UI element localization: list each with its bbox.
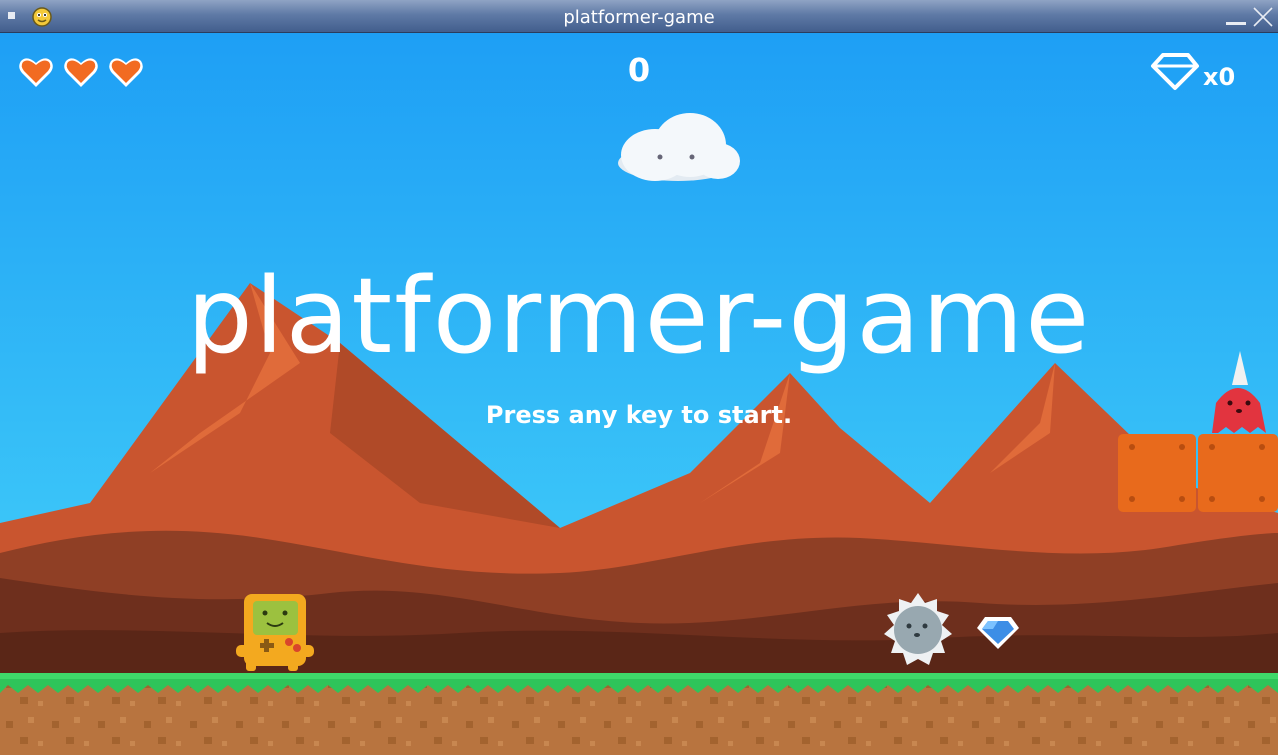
game-window: platformer-game 0 x0 platformer-game Pre…	[0, 0, 1278, 755]
close-icon[interactable]	[1252, 6, 1274, 28]
gem-counter: x0	[1203, 63, 1236, 91]
window-title: platformer-game	[563, 7, 715, 28]
window-titlebar[interactable]: platformer-game	[0, 0, 1278, 33]
game-title: platformer-game	[186, 255, 1092, 377]
game-scene	[0, 33, 1278, 755]
ground	[0, 673, 1278, 755]
game-canvas[interactable]: 0 x0 platformer-game Press any key to st…	[0, 33, 1278, 755]
orange-platform	[1118, 434, 1278, 512]
score-counter: 0	[627, 51, 651, 89]
minimize-button[interactable]	[1226, 22, 1246, 25]
player-character	[236, 594, 314, 671]
start-prompt: Press any key to start.	[485, 401, 793, 429]
